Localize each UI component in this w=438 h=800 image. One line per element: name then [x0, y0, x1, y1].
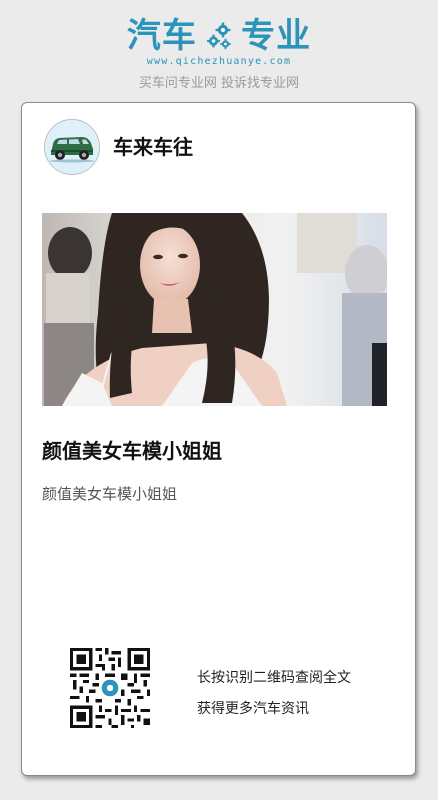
hero-image[interactable] [42, 213, 387, 406]
hero-photo [42, 213, 387, 406]
channel-name[interactable]: 车来车往 [113, 134, 193, 160]
site-tagline: 买车问专业网 投诉找专业网 [138, 76, 300, 91]
poster-page: 汽车 专业 www.qichezhuanye.com 买车问专业网 投诉找专业网… [0, 0, 438, 800]
site-domain: www.qichezhuanye.com [146, 56, 292, 67]
qr-call-to-action: 长按识别二维码查阅全文 获得更多汽车资讯 [197, 663, 351, 725]
article-title[interactable]: 颜值美女车模小姐姐 [42, 437, 222, 465]
site-logo[interactable]: 汽车 专业 [0, 16, 438, 56]
logo-text-right: 专业 [241, 16, 312, 56]
site-header: 汽车 专业 www.qichezhuanye.com 买车问专业网 投诉找专业网 [0, 0, 438, 100]
cta-line-2: 获得更多汽车资讯 [197, 701, 309, 717]
logo-text-left: 汽车 [126, 16, 197, 56]
car-avatar-icon [45, 120, 99, 174]
gears-icon [207, 22, 231, 50]
article-card: 车来车往 颜值美女车模小姐姐 颜值美女车模小姐姐 长按识别二维码查阅全文 获得更… [21, 102, 416, 776]
qr-code-icon[interactable] [70, 648, 150, 728]
channel-avatar[interactable] [44, 119, 100, 175]
cta-line-1: 长按识别二维码查阅全文 [197, 670, 351, 686]
article-summary: 颜值美女车模小姐姐 [42, 485, 178, 503]
